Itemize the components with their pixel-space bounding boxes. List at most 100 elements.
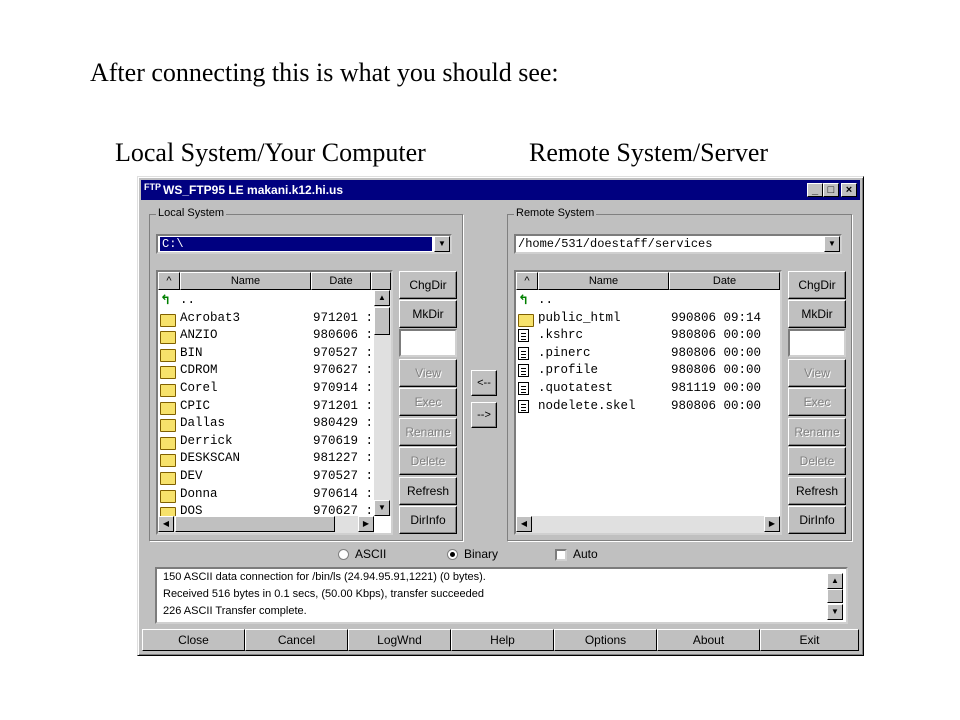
file-date: 970614 : bbox=[313, 486, 374, 501]
file-name: Donna bbox=[180, 486, 218, 501]
scroll-up-icon[interactable]: ▲ bbox=[374, 290, 390, 306]
status-log[interactable]: 150 ASCII data connection for /bin/ls (2… bbox=[155, 567, 848, 624]
local-mkdir-button[interactable]: MkDir bbox=[399, 300, 457, 328]
binary-radio[interactable] bbox=[447, 549, 458, 561]
local-sort-header[interactable]: ^ bbox=[158, 272, 180, 290]
scroll-right-icon[interactable]: ▶ bbox=[358, 516, 374, 532]
file-name: CPIC bbox=[180, 398, 211, 413]
file-date: 980806 00:00 bbox=[671, 398, 762, 413]
file-name: .. bbox=[180, 293, 196, 307]
close-window-button[interactable]: × bbox=[841, 183, 857, 197]
file-name: BIN bbox=[180, 345, 203, 360]
remote-system-caption: Remote System/Server bbox=[529, 138, 769, 167]
binary-option[interactable]: Binary bbox=[447, 547, 498, 561]
file-name: DEV bbox=[180, 468, 203, 483]
scroll-down-icon[interactable]: ▼ bbox=[374, 500, 390, 516]
help-button[interactable]: Help bbox=[451, 629, 554, 651]
folder-icon bbox=[160, 489, 176, 503]
local-chgdir-button[interactable]: ChgDir bbox=[399, 271, 457, 299]
local-delete-button[interactable]: Delete bbox=[399, 447, 457, 475]
title-bar[interactable]: FTP WS_FTP95 LE makani.k12.hi.us _ □ × bbox=[141, 180, 860, 200]
options-button[interactable]: Options bbox=[554, 629, 657, 651]
scroll-thumb[interactable] bbox=[175, 516, 335, 532]
transfer-to-local-button[interactable]: <-- bbox=[471, 370, 497, 396]
local-vertical-scrollbar[interactable]: ▲ ▼ bbox=[374, 290, 391, 516]
file-name: ANZIO bbox=[180, 328, 218, 343]
logwnd-button[interactable]: LogWnd bbox=[348, 629, 451, 651]
log-line: 150 ASCII data connection for /bin/ls (2… bbox=[163, 571, 486, 583]
chevron-down-icon[interactable]: ▼ bbox=[434, 236, 450, 252]
local-name-header[interactable]: Name bbox=[180, 272, 311, 290]
file-name: Acrobat3 bbox=[180, 310, 241, 325]
ftp-app-icon: FTP bbox=[144, 182, 161, 192]
window-title: WS_FTP95 LE makani.k12.hi.us bbox=[163, 183, 344, 197]
folder-icon bbox=[160, 383, 176, 397]
scroll-down-icon[interactable]: ▼ bbox=[827, 604, 843, 620]
file-name: nodelete.skel bbox=[538, 398, 636, 413]
remote-date-header[interactable]: Date bbox=[669, 272, 780, 290]
minimize-button[interactable]: _ bbox=[807, 183, 823, 197]
remote-delete-button[interactable]: Delete bbox=[788, 447, 846, 475]
remote-rename-button[interactable]: Rename bbox=[788, 418, 846, 446]
folder-icon bbox=[160, 331, 176, 345]
remote-file-list[interactable]: ^ Name Date ↰.. public_html 990806 09:14 .k… bbox=[514, 270, 782, 535]
scroll-thumb[interactable] bbox=[827, 589, 843, 603]
remote-horizontal-scrollbar[interactable]: ◀ ▶ bbox=[516, 516, 780, 533]
local-path-value: C:\ bbox=[160, 237, 432, 251]
remote-exec-button[interactable]: Exec bbox=[788, 388, 846, 416]
local-exec-button[interactable]: Exec bbox=[399, 388, 457, 416]
scroll-left-icon[interactable]: ◀ bbox=[158, 516, 174, 532]
remote-chgdir-button[interactable]: ChgDir bbox=[788, 271, 846, 299]
ascii-radio[interactable] bbox=[338, 549, 349, 561]
scroll-right-icon[interactable]: ▶ bbox=[764, 516, 780, 532]
local-file-list[interactable]: ^ Name Date ↰.. Acrobat3 971201 : ANZIO 9806… bbox=[156, 270, 393, 535]
about-button[interactable]: About bbox=[657, 629, 760, 651]
file-name: .kshrc bbox=[538, 328, 584, 343]
local-extra-header bbox=[371, 272, 391, 290]
file-name: .. bbox=[538, 293, 554, 307]
maximize-button[interactable]: □ bbox=[823, 183, 839, 197]
scroll-thumb[interactable] bbox=[374, 307, 390, 335]
folder-icon bbox=[160, 348, 176, 362]
local-system-label: Local System bbox=[156, 207, 227, 219]
remote-sort-header[interactable]: ^ bbox=[516, 272, 538, 290]
file-date: 970914 : bbox=[313, 380, 374, 395]
scroll-up-icon[interactable]: ▲ bbox=[827, 573, 843, 589]
local-horizontal-scrollbar[interactable]: ◀ ▶ bbox=[158, 516, 374, 533]
auto-option[interactable]: Auto bbox=[555, 547, 598, 561]
remote-refresh-button[interactable]: Refresh bbox=[788, 477, 846, 505]
folder-icon bbox=[518, 313, 534, 327]
file-date: 990806 09:14 bbox=[671, 310, 762, 325]
auto-checkbox[interactable] bbox=[555, 548, 567, 561]
chevron-down-icon[interactable]: ▼ bbox=[824, 236, 840, 252]
file-icon bbox=[518, 346, 529, 360]
scroll-left-icon[interactable]: ◀ bbox=[516, 516, 532, 532]
parent-directory-icon: ↰ bbox=[160, 293, 171, 308]
file-date: 980806 00:00 bbox=[671, 363, 762, 378]
file-icon bbox=[518, 381, 529, 395]
log-line: Received 516 bytes in 0.1 secs, (50.00 K… bbox=[163, 588, 485, 600]
local-mask-field[interactable] bbox=[399, 329, 457, 357]
file-date: 981119 00:00 bbox=[671, 380, 762, 395]
remote-mkdir-button[interactable]: MkDir bbox=[788, 300, 846, 328]
exit-button[interactable]: Exit bbox=[760, 629, 859, 651]
local-dirinfo-button[interactable]: DirInfo bbox=[399, 506, 457, 534]
remote-mask-field[interactable] bbox=[788, 329, 846, 357]
close-button[interactable]: Close bbox=[142, 629, 245, 651]
folder-icon bbox=[160, 471, 176, 485]
local-view-button[interactable]: View bbox=[399, 359, 457, 387]
file-date: 980429 : bbox=[313, 416, 374, 431]
remote-path-combo[interactable]: /home/531/doestaff/services ▼ bbox=[514, 234, 842, 254]
ascii-option[interactable]: ASCII bbox=[338, 547, 386, 561]
cancel-button[interactable]: Cancel bbox=[245, 629, 348, 651]
remote-dirinfo-button[interactable]: DirInfo bbox=[788, 506, 846, 534]
remote-view-button[interactable]: View bbox=[788, 359, 846, 387]
local-date-header[interactable]: Date bbox=[311, 272, 371, 290]
file-date: 980806 00:00 bbox=[671, 328, 762, 343]
local-rename-button[interactable]: Rename bbox=[399, 418, 457, 446]
auto-label: Auto bbox=[573, 547, 598, 561]
local-refresh-button[interactable]: Refresh bbox=[399, 477, 457, 505]
local-path-combo[interactable]: C:\ ▼ bbox=[156, 234, 452, 254]
remote-name-header[interactable]: Name bbox=[538, 272, 669, 290]
transfer-to-remote-button[interactable]: --> bbox=[471, 402, 497, 428]
